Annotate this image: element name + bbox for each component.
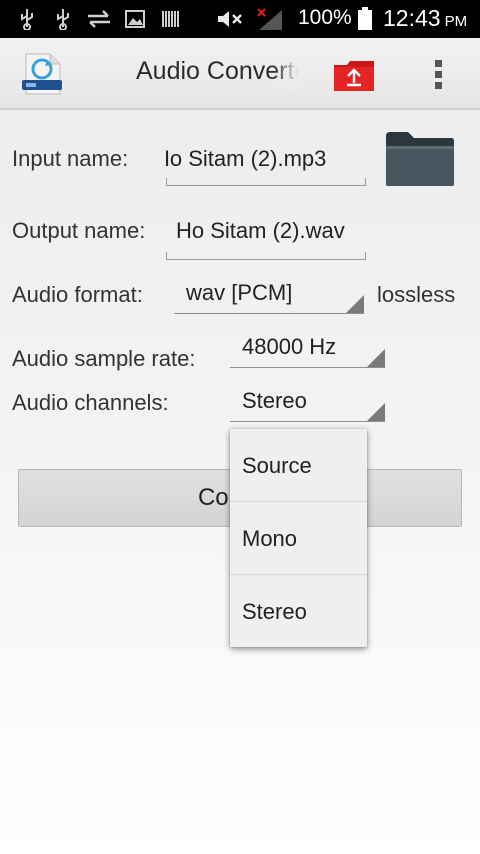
- dropdown-option-stereo[interactable]: Stereo: [230, 575, 367, 648]
- mute-icon: [216, 8, 244, 30]
- sample-rate-value: 48000 Hz: [242, 334, 337, 359]
- app-title: Audio Converter: [136, 57, 298, 91]
- input-name-label: Input name:: [12, 146, 129, 171]
- audio-format-value: wav [PCM]: [186, 280, 293, 305]
- audio-converter-app-icon[interactable]: [20, 52, 66, 98]
- sample-rate-label: Audio sample rate:: [12, 346, 196, 371]
- clock-ampm: PM: [444, 13, 468, 30]
- output-name-field[interactable]: Ho Sitam (2).wav: [166, 214, 366, 260]
- battery-icon: [357, 7, 373, 30]
- battery-percent: 100%: [298, 6, 352, 29]
- red-folder-export-icon[interactable]: [332, 59, 376, 93]
- data-sync-icon: [86, 8, 112, 30]
- channels-dropdown: Source Mono Stereo: [230, 429, 367, 647]
- spinner-arrow-icon: [367, 403, 385, 421]
- clock: 12:43 PM: [383, 5, 467, 32]
- barcode-icon: [160, 8, 180, 30]
- lossless-label: lossless: [377, 282, 456, 307]
- channels-spinner[interactable]: Stereo: [230, 388, 385, 422]
- clock-time: 12:43: [383, 5, 441, 31]
- folder-icon[interactable]: [384, 130, 456, 188]
- channels-label: Audio channels:: [12, 390, 169, 415]
- input-name-field[interactable]: Ho Sitam (2).mp3: [166, 142, 366, 186]
- spinner-arrow-icon: [367, 349, 385, 367]
- image-icon: [124, 8, 146, 30]
- status-bar: 100% 12:43 PM: [0, 0, 480, 38]
- no-signal-icon: [256, 8, 284, 30]
- input-name-value: Ho Sitam (2).mp3: [166, 146, 327, 171]
- dropdown-option-mono[interactable]: Mono: [230, 502, 367, 575]
- output-name-label: Output name:: [12, 218, 146, 243]
- channels-value: Stereo: [242, 388, 307, 413]
- audio-format-spinner[interactable]: wav [PCM]: [174, 280, 364, 314]
- usb-icon: [18, 8, 36, 31]
- output-name-value: Ho Sitam (2).wav: [176, 218, 345, 243]
- sample-rate-spinner[interactable]: 48000 Hz: [230, 334, 385, 368]
- spinner-arrow-icon: [346, 295, 364, 313]
- dropdown-option-source[interactable]: Source: [230, 429, 367, 502]
- audio-format-label: Audio format:: [12, 282, 143, 307]
- overflow-menu-icon[interactable]: [430, 58, 446, 92]
- action-bar: Audio Converter: [0, 38, 480, 110]
- usb-icon: [54, 8, 72, 31]
